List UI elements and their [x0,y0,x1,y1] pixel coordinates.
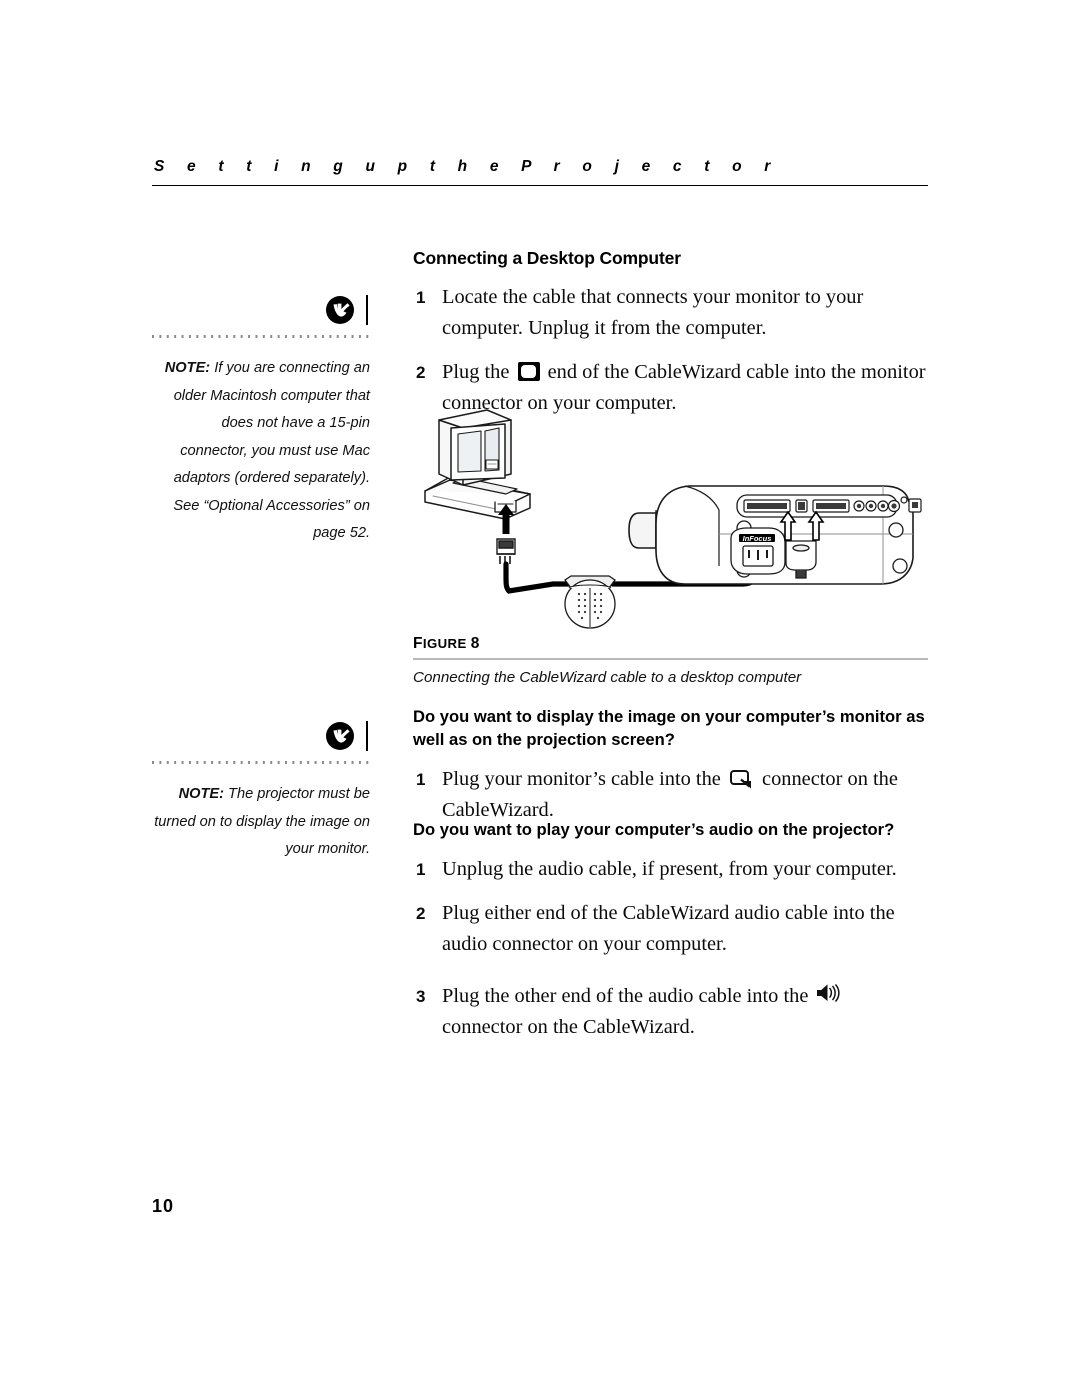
step-text-before: Plug your monitor’s cable into the [442,768,726,790]
step-text: Unplug the audio cable, if present, from… [442,858,897,880]
manual-page: S e t t i n g u p t h e P r o j e c t o … [0,0,1080,1397]
monitor-icon [517,362,540,381]
step-text-before: Plug the other end of the audio cable in… [442,985,814,1007]
note-body: If you are connecting an older Macintosh… [173,360,370,541]
figure-number: 8 [470,635,480,652]
step-item: 1 Unplug the audio cable, if present, fr… [413,854,928,885]
step-number: 1 [416,770,426,789]
svg-text:InFocus: InFocus [743,534,772,543]
figure-label-rest: IGURE [422,636,467,651]
steps-monitor-list: 1 Plug your monitor’s cable into the con… [413,764,928,826]
figure-divider [413,658,928,660]
note-dotted-divider [152,761,370,764]
monitor-out-icon [729,770,753,789]
running-header: S e t t i n g u p t h e P r o j e c t o … [152,158,928,186]
question-heading-monitor: Do you want to display the image on your… [413,707,925,749]
step-text: Plug either end of the CableWizard audio… [442,902,895,955]
step-number: 2 [416,363,426,382]
note-text: NOTE: The projector must be turned on to… [152,781,370,864]
step-text: Locate the cable that connects your moni… [442,286,864,339]
step-text-before: Plug the [442,361,515,383]
sidebar-note-projector-on: NOTE: The projector must be turned on to… [152,718,370,864]
step-item: 3 Plug the other end of the audio cable … [413,981,928,1043]
note-label: NOTE: [164,360,211,376]
step-number: 3 [416,987,426,1006]
section-heading: Connecting a Desktop Computer [413,248,681,268]
infocus-logo-icon [325,721,355,751]
header-divider [152,185,928,186]
note-logo-row [152,292,370,328]
step-number: 2 [416,904,426,923]
step-number: 1 [416,860,426,879]
step-text-after: connector on the CableWizard. [442,1016,695,1038]
note-logo-bar [365,721,368,751]
note-text: NOTE: If you are connecting an older Mac… [152,355,370,548]
note-label: NOTE: [178,786,224,802]
note-dotted-divider [152,335,370,338]
infocus-logo-icon [325,295,355,325]
step-number: 1 [416,288,426,307]
figure-label-prefix: F [413,635,423,652]
steps-audio-list: 1 Unplug the audio cable, if present, fr… [413,854,928,1043]
note-logo-row [152,718,370,754]
desktop-computer-to-projector-cable-diagram: InFocus [424,409,922,629]
figure-caption: Connecting the CableWizard cable to a de… [413,669,802,686]
speaker-icon [816,982,842,1003]
step-item: 2 Plug either end of the CableWizard aud… [413,898,928,960]
step-item: 1 Locate the cable that connects your mo… [413,282,928,344]
note-logo-bar [365,295,368,325]
running-header-title: S e t t i n g u p t h e P r o j e c t o … [154,158,780,175]
section-monitor-passthrough: Do you want to display the image on your… [413,705,928,826]
figure-8-block: InFocus FIGURE 8 Connecting the CableWiz… [413,398,928,686]
figure-label: FIGURE 8 [413,635,928,653]
question-heading-audio: Do you want to play your computer’s audi… [413,820,895,839]
section-connecting-desktop-computer: Connecting a Desktop Computer 1 Locate t… [413,248,928,419]
section-audio: Do you want to play your computer’s audi… [413,818,928,1043]
sidebar-note-macintosh: NOTE: If you are connecting an older Mac… [152,292,370,548]
page-number: 10 [152,1196,175,1216]
step-item: 1 Plug your monitor’s cable into the con… [413,764,928,826]
